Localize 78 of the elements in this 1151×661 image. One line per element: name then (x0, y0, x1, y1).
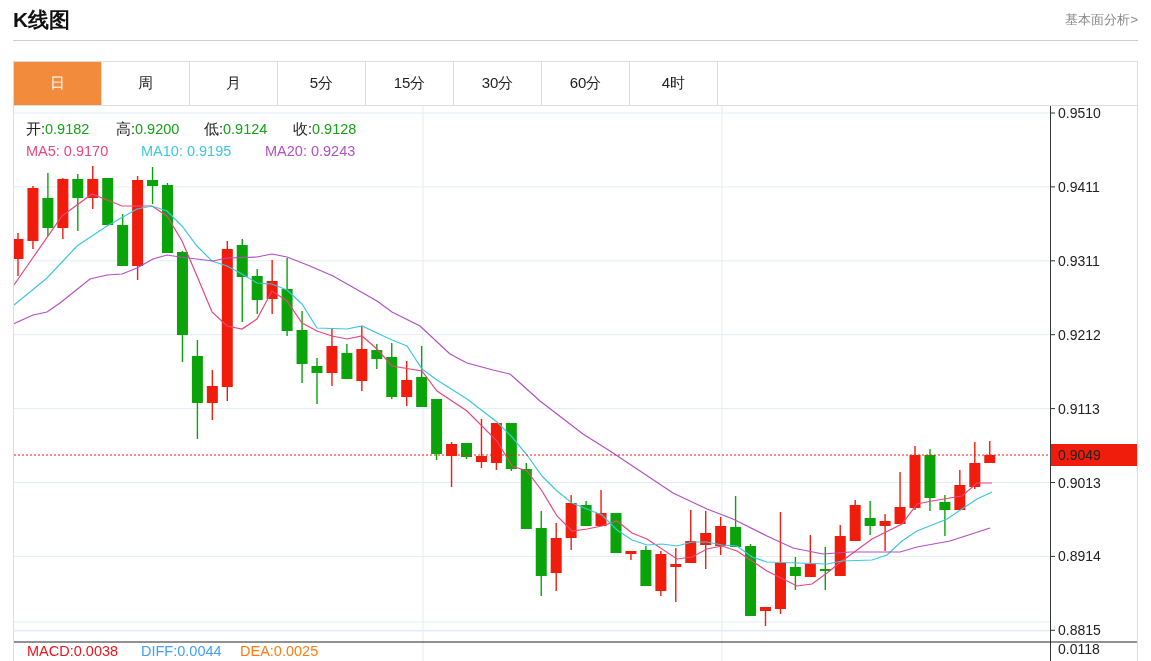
candlestick (655, 550, 667, 597)
price-axis-label: 0.8815 (1058, 622, 1101, 639)
candlestick (416, 345, 428, 408)
candlestick (206, 369, 218, 421)
price-reading: 收:0.9128 (293, 121, 357, 137)
price-axis-label: 0.9411 (1058, 178, 1100, 195)
candlestick (461, 442, 472, 460)
candlestick (969, 441, 981, 490)
candlestick (685, 509, 697, 564)
candlestick (341, 343, 353, 380)
candlestick (251, 268, 263, 315)
candlestick (909, 445, 921, 511)
candlestick (117, 213, 129, 267)
moving-average-reading: MA20: 0.9243 (265, 143, 356, 159)
candlestick (311, 357, 323, 405)
candlestick (102, 177, 114, 226)
candlestick (670, 547, 682, 603)
candlestick (819, 546, 831, 591)
macd-reading: DEA:0.0025 (240, 643, 319, 659)
candlestick (431, 398, 443, 461)
candlestick (326, 327, 338, 387)
price-axis-label: 0.9311 (1058, 252, 1100, 269)
candlestick (789, 556, 801, 591)
candlestick (356, 325, 368, 392)
candlestick (72, 173, 84, 232)
candlestick (640, 545, 652, 587)
candlestick (550, 522, 562, 592)
candlestick (580, 500, 592, 527)
candlestick (147, 166, 159, 205)
candlestick (760, 606, 771, 627)
price-reading: 高:0.9200 (116, 121, 180, 137)
price-reading: 低:0.9124 (204, 121, 268, 137)
candlestick (42, 172, 54, 237)
fundamental-analysis-link[interactable]: 基本面分析> (1065, 11, 1138, 29)
candlestick (954, 469, 966, 511)
candlestick (446, 441, 458, 488)
candlestick (14, 232, 24, 277)
candlestick (87, 165, 99, 210)
macd-reading: MACD:0.0038 (27, 643, 119, 659)
candlestick (505, 422, 517, 472)
candlestick (595, 489, 607, 527)
candlestick (939, 494, 951, 537)
candlestick (804, 534, 816, 578)
candlestick (849, 499, 861, 542)
page-title: K线图 (13, 7, 71, 33)
candlestick (864, 500, 876, 536)
moving-average-reading: MA10: 0.9195 (141, 143, 232, 159)
moving-average-reading: MA5: 0.9170 (26, 143, 109, 159)
candlestick (700, 510, 712, 570)
price-axis-label: 0.8914 (1058, 548, 1101, 565)
candlestick (625, 550, 637, 561)
current-price-tag: 0.9049 (1051, 444, 1137, 466)
candlestick (162, 182, 173, 254)
candlestick (730, 495, 742, 548)
candlestick (520, 462, 532, 530)
candlestick (715, 516, 727, 556)
candlestick (266, 259, 278, 315)
candlestick (610, 512, 622, 554)
candlestick (490, 422, 502, 471)
candlestick (27, 185, 39, 250)
candlestick (924, 448, 936, 512)
candlestick (57, 177, 69, 240)
price-reading: 开:0.9182 (26, 121, 90, 137)
price-axis-label: 0.9510 (1058, 106, 1101, 121)
candlestick (984, 440, 996, 464)
price-axis-label: 0.9113 (1058, 400, 1100, 417)
candlestick (475, 418, 487, 469)
candlestick (386, 342, 398, 400)
macd-reading: DIFF:0.0044 (141, 643, 222, 659)
candlestick (371, 343, 383, 370)
candlestick (879, 513, 891, 552)
candlestick (401, 360, 413, 407)
candlestick (565, 494, 577, 551)
candlestick (834, 524, 846, 577)
candlestick (894, 471, 906, 525)
price-axis-label: 0.9212 (1058, 326, 1101, 343)
macd-axis-label: 0.0118 (1058, 641, 1100, 657)
price-axis-label: 0.9013 (1058, 474, 1101, 491)
